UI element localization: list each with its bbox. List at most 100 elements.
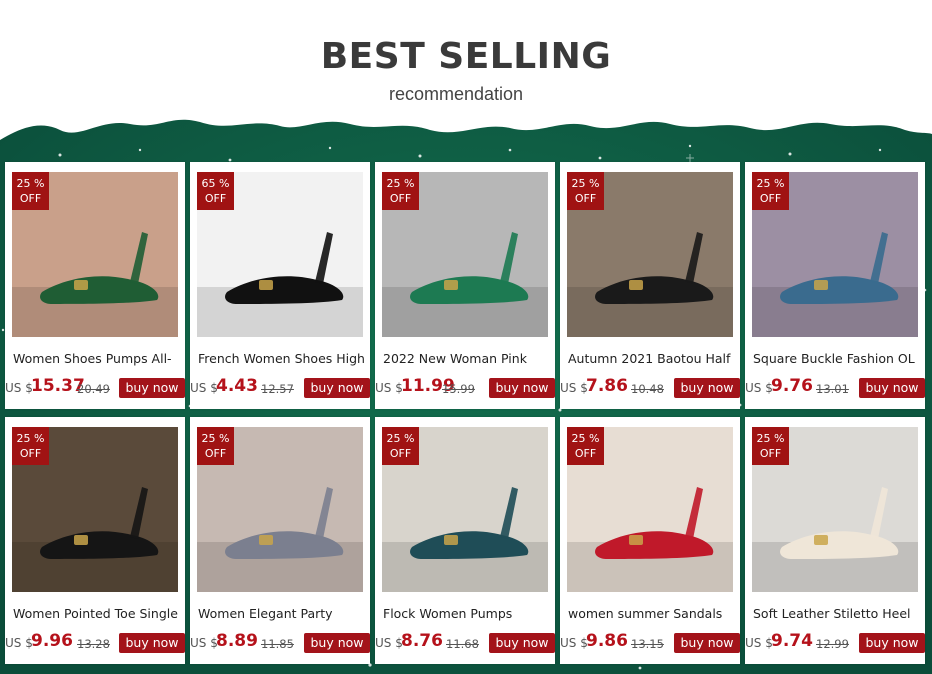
discount-off-label: OFF xyxy=(574,447,597,460)
currency-label: US $ xyxy=(745,636,773,650)
discount-badge: 65 % OFF xyxy=(197,172,234,210)
discount-badge: 25 % OFF xyxy=(752,172,789,210)
product-name[interactable]: Flock Women Pumps xyxy=(383,606,551,621)
buy-now-button[interactable]: buy now xyxy=(859,633,925,653)
currency-label: US $ xyxy=(5,636,33,650)
original-price: 13.01 xyxy=(816,382,849,396)
currency-label: US $ xyxy=(560,381,588,395)
sale-price: 9.76 xyxy=(771,376,813,396)
product-card[interactable]: 25 % OFF Autumn 2021 Baotou Half US $ 7.… xyxy=(560,162,740,409)
original-price: 15.99 xyxy=(442,382,475,396)
discount-percent: 25 % xyxy=(16,432,45,445)
product-name[interactable]: women summer Sandals xyxy=(568,606,736,621)
product-name[interactable]: Soft Leather Stiletto Heel xyxy=(753,606,921,621)
original-price: 13.28 xyxy=(77,637,110,651)
discount-off-label: OFF xyxy=(574,192,597,205)
original-price: 10.48 xyxy=(631,382,664,396)
discount-percent: 25 % xyxy=(571,432,600,445)
discount-percent: 25 % xyxy=(756,432,785,445)
currency-label: US $ xyxy=(745,381,773,395)
sale-price: 9.74 xyxy=(771,631,813,651)
price-row: US $ 11.99 15.99 buy now xyxy=(375,376,555,398)
discount-off-label: OFF xyxy=(204,447,227,460)
product-name[interactable]: Square Buckle Fashion OL xyxy=(753,351,921,366)
discount-percent: 25 % xyxy=(16,177,45,190)
discount-percent: 65 % xyxy=(201,177,230,190)
buy-now-button[interactable]: buy now xyxy=(304,633,370,653)
product-name[interactable]: Autumn 2021 Baotou Half xyxy=(568,351,736,366)
discount-off-label: OFF xyxy=(389,447,412,460)
product-card[interactable]: 25 % OFF Women Shoes Pumps All- US $ 15.… xyxy=(5,162,185,409)
sale-price: 8.76 xyxy=(401,631,443,651)
product-card[interactable]: 25 % OFF Women Elegant Party US $ 8.89 1… xyxy=(190,417,370,664)
buy-now-button[interactable]: buy now xyxy=(304,378,370,398)
product-grid: 25 % OFF Women Shoes Pumps All- US $ 15.… xyxy=(5,162,927,667)
product-card[interactable]: 25 % OFF Flock Women Pumps US $ 8.76 11.… xyxy=(375,417,555,664)
page-subtitle: recommendation xyxy=(388,84,524,104)
buy-now-button[interactable]: buy now xyxy=(489,378,555,398)
discount-off-label: OFF xyxy=(19,447,42,460)
product-card[interactable]: 25 % OFF women summer Sandals US $ 9.86 … xyxy=(560,417,740,664)
currency-label: US $ xyxy=(375,381,403,395)
product-name[interactable]: 2022 New Woman Pink xyxy=(383,351,551,366)
buy-now-button[interactable]: buy now xyxy=(119,633,185,653)
discount-off-label: OFF xyxy=(19,192,42,205)
product-card[interactable]: 25 % OFF Women Pointed Toe Single US $ 9… xyxy=(5,417,185,664)
product-name[interactable]: Women Shoes Pumps All- xyxy=(13,351,181,366)
price-row: US $ 7.86 10.48 buy now xyxy=(560,376,740,398)
discount-badge: 25 % OFF xyxy=(12,427,49,465)
currency-label: US $ xyxy=(5,381,33,395)
product-name[interactable]: Women Pointed Toe Single xyxy=(13,606,181,621)
original-price: 20.49 xyxy=(77,382,110,396)
price-row: US $ 8.89 11.85 buy now xyxy=(190,631,370,653)
discount-badge: 25 % OFF xyxy=(382,427,419,465)
discount-badge: 25 % OFF xyxy=(197,427,234,465)
original-price: 11.85 xyxy=(261,637,294,651)
buy-now-button[interactable]: buy now xyxy=(674,633,740,653)
discount-badge: 25 % OFF xyxy=(567,172,604,210)
discount-badge: 25 % OFF xyxy=(752,427,789,465)
buy-now-button[interactable]: buy now xyxy=(859,378,925,398)
product-card[interactable]: 65 % OFF French Women Shoes High US $ 4.… xyxy=(190,162,370,409)
buy-now-button[interactable]: buy now xyxy=(674,378,740,398)
currency-label: US $ xyxy=(560,636,588,650)
discount-off-label: OFF xyxy=(389,192,412,205)
price-row: US $ 9.76 13.01 buy now xyxy=(745,376,925,398)
discount-percent: 25 % xyxy=(571,177,600,190)
discount-badge: 25 % OFF xyxy=(382,172,419,210)
buy-now-button[interactable]: buy now xyxy=(119,378,185,398)
sale-price: 8.89 xyxy=(216,631,258,651)
discount-badge: 25 % OFF xyxy=(12,172,49,210)
product-card[interactable]: 25 % OFF 2022 New Woman Pink US $ 11.99 … xyxy=(375,162,555,409)
discount-percent: 25 % xyxy=(756,177,785,190)
discount-percent: 25 % xyxy=(386,432,415,445)
price-row: US $ 9.96 13.28 buy now xyxy=(5,631,185,653)
product-card[interactable]: 25 % OFF Soft Leather Stiletto Heel US $… xyxy=(745,417,925,664)
price-row: US $ 8.76 11.68 buy now xyxy=(375,631,555,653)
product-card[interactable]: 25 % OFF Square Buckle Fashion OL US $ 9… xyxy=(745,162,925,409)
discount-off-label: OFF xyxy=(759,447,782,460)
discount-off-label: OFF xyxy=(759,192,782,205)
currency-label: US $ xyxy=(190,381,218,395)
discount-off-label: OFF xyxy=(204,192,227,205)
product-name[interactable]: Women Elegant Party xyxy=(198,606,366,621)
currency-label: US $ xyxy=(190,636,218,650)
buy-now-button[interactable]: buy now xyxy=(489,633,555,653)
price-row: US $ 9.74 12.99 buy now xyxy=(745,631,925,653)
discount-percent: 25 % xyxy=(201,432,230,445)
currency-label: US $ xyxy=(375,636,403,650)
price-row: US $ 15.37 20.49 buy now xyxy=(5,376,185,398)
original-price: 13.15 xyxy=(631,637,664,651)
original-price: 12.99 xyxy=(816,637,849,651)
discount-badge: 25 % OFF xyxy=(567,427,604,465)
sale-price: 7.86 xyxy=(586,376,628,396)
sale-price: 4.43 xyxy=(216,376,258,396)
original-price: 12.57 xyxy=(261,382,294,396)
price-row: US $ 9.86 13.15 buy now xyxy=(560,631,740,653)
page-title: BEST SELLING xyxy=(320,36,612,77)
product-name[interactable]: French Women Shoes High xyxy=(198,351,366,366)
sale-price: 9.96 xyxy=(31,631,73,651)
sale-price: 9.86 xyxy=(586,631,628,651)
price-row: US $ 4.43 12.57 buy now xyxy=(190,376,370,398)
original-price: 11.68 xyxy=(446,637,479,651)
